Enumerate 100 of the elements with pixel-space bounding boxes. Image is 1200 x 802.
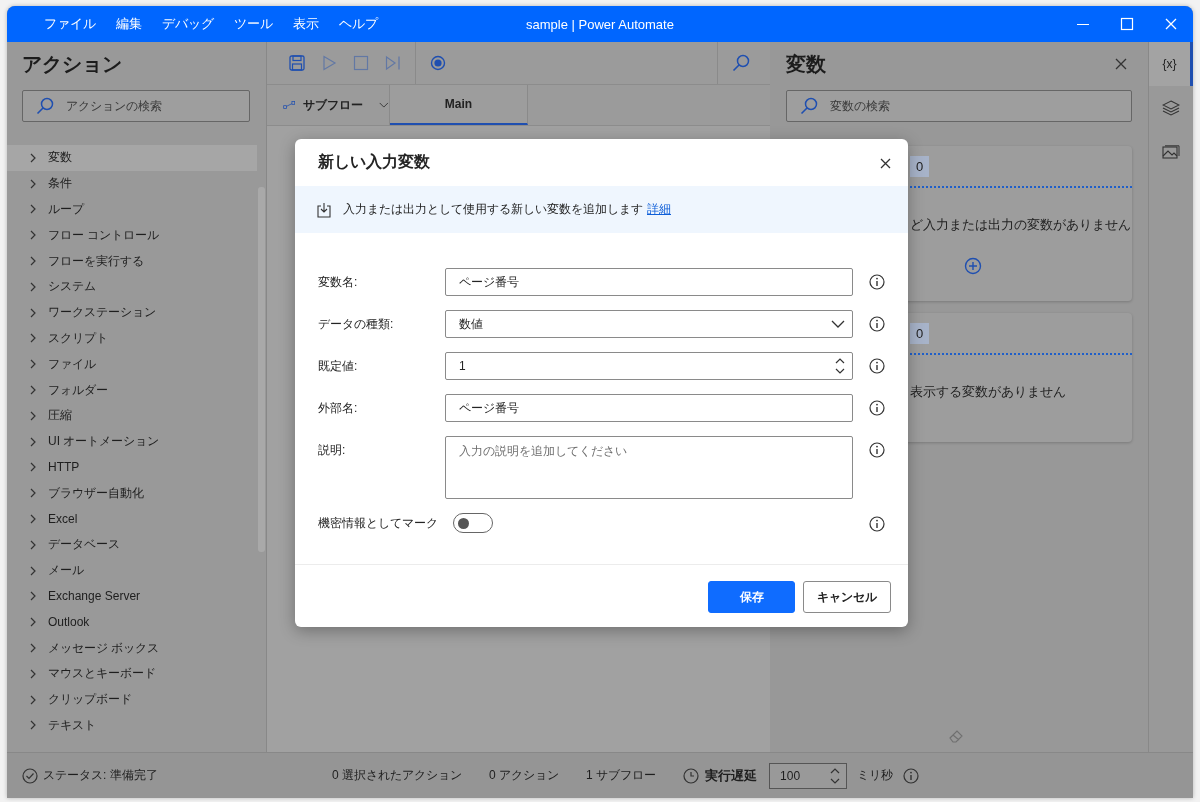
description-field[interactable]: 入力の説明を追加してください (445, 436, 853, 499)
menu-item[interactable]: デバッグ (152, 15, 224, 33)
chevron-icon (29, 720, 37, 731)
subflows-label: サブフロー (303, 96, 364, 114)
action-category[interactable]: メッセージ ボックス (7, 635, 257, 661)
search-box[interactable]: 変数の検索 (786, 90, 1132, 122)
chevron-icon (29, 462, 37, 473)
text-field[interactable]: ページ番号 (445, 268, 853, 296)
info-icon[interactable] (869, 516, 885, 532)
dialog-title: 新しい入力変数 (318, 152, 430, 172)
chevron-icon (29, 333, 37, 344)
image-icon (1162, 144, 1180, 160)
info-icon[interactable] (869, 442, 885, 458)
subflow-icon (283, 99, 296, 111)
action-category[interactable]: テキスト (7, 712, 257, 739)
chevron-down-icon (379, 101, 389, 109)
action-category[interactable]: データベース (7, 531, 257, 558)
type-dropdown[interactable]: 数値 (445, 310, 853, 338)
chevron-icon (29, 617, 37, 628)
action-category[interactable]: フォルダー (7, 377, 257, 403)
number-field[interactable]: 1 (445, 352, 853, 380)
field-label: データの種類: (318, 316, 395, 333)
search-field[interactable]: 変数の検索 (828, 98, 1082, 114)
info-icon[interactable] (869, 274, 885, 290)
menu-item[interactable]: ヘルプ (329, 15, 388, 33)
count-badge: 0 (910, 322, 930, 344)
action-category[interactable]: フローを実行する (7, 248, 257, 274)
status-text: ステータス: 準備完了 (43, 767, 158, 784)
panel-title: アクション (22, 52, 122, 77)
info-icon[interactable] (869, 358, 885, 374)
action-category[interactable]: ブラウザー自動化 (7, 480, 257, 507)
chevron-icon (29, 694, 37, 705)
search-box[interactable]: アクションの検索 (22, 90, 250, 122)
actions-count: 0 アクション (489, 767, 560, 784)
menu-item[interactable]: 表示 (283, 15, 329, 33)
clock-icon (683, 767, 700, 784)
empty-message: ど入力または出力の変数がありません (910, 217, 1131, 232)
variables-tab[interactable]: {x} (1149, 42, 1193, 86)
panel-title: 変数 (786, 51, 826, 77)
action-category[interactable]: クリップボード (7, 686, 257, 713)
search-icon (800, 97, 818, 115)
spin-arrows-icon[interactable] (835, 357, 845, 375)
action-category[interactable]: メール (7, 557, 257, 584)
action-category[interactable]: フロー コントロール (7, 222, 257, 249)
record-icon[interactable] (430, 55, 446, 71)
menu-item[interactable]: ファイル (34, 15, 106, 33)
action-category[interactable]: 圧縮 (7, 402, 257, 429)
field-label: 外部名: (318, 400, 359, 417)
info-icon[interactable] (869, 400, 885, 416)
add-icon[interactable] (964, 257, 982, 275)
field-label: 機密情報としてマーク (318, 515, 439, 532)
action-category[interactable]: Outlook (7, 609, 257, 636)
action-category[interactable]: ループ (7, 196, 257, 223)
field-label: 変数名: (318, 274, 359, 291)
chevron-icon (29, 668, 37, 679)
action-category[interactable]: HTTP (7, 454, 257, 481)
chevron-icon (29, 539, 37, 550)
field-label: 既定値: (318, 358, 359, 375)
details-link[interactable]: 詳細 (647, 202, 671, 216)
chevron-icon (29, 178, 37, 189)
chevron-icon (29, 230, 37, 241)
save-button[interactable]: 保存 (708, 581, 795, 613)
info-icon[interactable] (869, 316, 885, 332)
chevron-icon (29, 565, 37, 576)
action-category[interactable]: ワークステーション (7, 299, 257, 326)
action-category[interactable]: 変数 (7, 145, 257, 171)
info-text: 入力または出力として使用する新しい変数を追加します 詳細 (343, 201, 671, 218)
chevron-icon (29, 307, 37, 318)
action-category[interactable]: UI オートメーション (7, 428, 257, 455)
delay-spinner[interactable]: 100 (769, 762, 848, 789)
search-icon (36, 97, 54, 115)
save-icon[interactable] (289, 55, 305, 71)
delay-label: 実行遅延 (705, 766, 758, 785)
chevron-icon (29, 436, 37, 447)
search-icon[interactable] (732, 54, 750, 72)
layers-icon (1162, 100, 1180, 116)
check-circle-icon (22, 767, 38, 784)
close-icon[interactable] (879, 156, 891, 169)
action-category[interactable]: Exchange Server (7, 583, 257, 610)
chevron-icon (29, 385, 37, 396)
menu-item[interactable]: ツール (224, 15, 283, 33)
action-category[interactable]: 条件 (7, 170, 257, 197)
cancel-button[interactable]: キャンセル (803, 581, 891, 613)
chevron-icon (29, 204, 37, 215)
scrollbar[interactable] (258, 187, 265, 552)
subflow-tab[interactable]: Main (390, 85, 528, 125)
chevron-icon (29, 410, 37, 421)
action-category[interactable]: スクリプト (7, 325, 257, 352)
text-field[interactable]: ページ番号 (445, 394, 853, 422)
action-category[interactable]: Excel (7, 506, 257, 532)
action-category[interactable]: システム (7, 274, 257, 300)
action-category[interactable]: ファイル (7, 351, 257, 378)
search-field[interactable]: アクションの検索 (64, 98, 238, 114)
chevron-icon (29, 514, 37, 525)
chevron-icon (29, 643, 37, 654)
chevron-icon (29, 281, 37, 292)
field-label: 説明: (318, 442, 347, 459)
chevron-icon (29, 152, 37, 163)
menu-item[interactable]: 編集 (106, 15, 152, 33)
action-category[interactable]: マウスとキーボード (7, 660, 257, 687)
